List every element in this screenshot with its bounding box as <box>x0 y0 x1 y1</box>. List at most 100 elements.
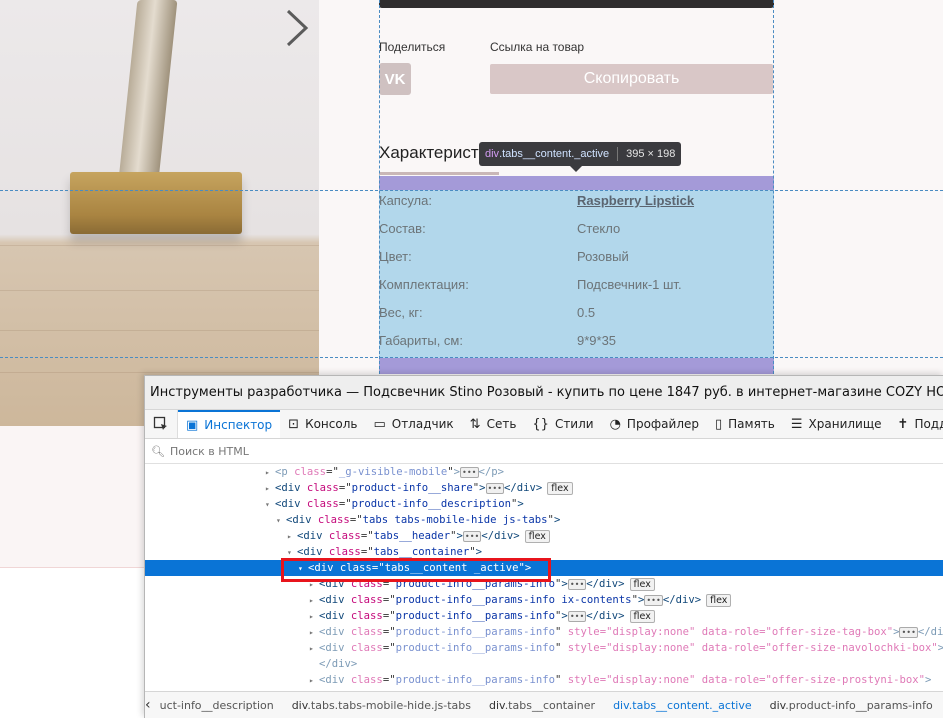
memory-icon: ▯ <box>715 416 723 432</box>
param-value: Стекло <box>577 221 621 236</box>
markup-node[interactable]: ▾ <div class="tabs tabs-mobile-hide js-ta… <box>145 512 943 528</box>
tooltip-classes: .tabs__content._active <box>499 148 610 160</box>
collapsed-content-icon[interactable]: ••• <box>567 610 587 622</box>
markup-node[interactable]: </div> <box>145 656 943 672</box>
tab-styles[interactable]: {} Стили <box>524 410 601 438</box>
buy-button-bottom-edge[interactable] <box>379 0 774 8</box>
tab-inspector[interactable]: ▣ Инспектор <box>178 410 281 438</box>
vk-share-icon[interactable]: VK <box>379 63 411 95</box>
expand-toggle-icon[interactable]: ▸ <box>265 481 275 497</box>
markup-node[interactable]: ▸ <div class="product-info__params-info" … <box>145 624 943 640</box>
param-value: Подсвечник-1 шт. <box>577 277 682 292</box>
tag-name: div <box>325 610 345 622</box>
tab-debugger[interactable]: ▭ Отладчик <box>365 410 461 438</box>
expand-toggle-icon[interactable]: ▾ <box>276 513 286 529</box>
tab-network[interactable]: ⇅ Сеть <box>462 410 525 438</box>
closing-tag: </div> <box>504 482 543 494</box>
markup-node[interactable]: ▸ <div class="product-info__params-info" … <box>145 640 943 656</box>
tab-memory[interactable]: ▯ Память <box>707 410 783 438</box>
markup-node[interactable]: ▸ <div class="tabs__header"> ••• </div> flex <box>145 528 943 544</box>
collapsed-content-icon[interactable]: ••• <box>899 626 918 638</box>
markup-node[interactable]: ▾ <div class="product-info__description"> <box>145 496 943 512</box>
expand-toggle-icon[interactable]: ▸ <box>309 593 319 609</box>
breadcrumb-item[interactable]: div.product-info__params-info <box>761 699 942 712</box>
devtools-title[interactable]: Инструменты разработчика — Подсвечник St… <box>145 376 943 410</box>
breadcrumb-item[interactable]: uct-info__description <box>151 699 283 712</box>
markup-node[interactable]: ▸ <div class="product-info__share"> ••• </d… <box>145 480 943 496</box>
param-row: Состав: Стекло <box>379 218 774 246</box>
collapsed-content-icon[interactable]: ••• <box>567 578 587 590</box>
param-value: 0.5 <box>577 305 596 320</box>
tag-name: div <box>281 482 301 494</box>
highlight-margin-top <box>379 176 774 190</box>
expand-toggle-icon[interactable]: ▸ <box>309 673 319 689</box>
flex-badge[interactable]: flex <box>524 529 550 543</box>
markup-node[interactable]: ▸ <p class="_g-visible-mobile"> ••• </p> <box>145 464 943 480</box>
share-label: Поделиться <box>379 40 446 54</box>
markup-node[interactable]: ▸ <div class="product-info__params-info" … <box>145 672 943 688</box>
extra-attributes: style="display:none" data-role="offer-si… <box>561 674 925 686</box>
element-tooltip: div .tabs__content._active 395 × 198 <box>479 142 682 166</box>
closing-tag: </div> <box>481 530 520 542</box>
expand-toggle-icon[interactable]: ▸ <box>309 609 319 625</box>
collapsed-content-icon[interactable]: ••• <box>644 594 663 606</box>
tab-console[interactable]: ⊡ Консоль <box>280 410 365 438</box>
breadcrumb: ‹ uct-info__description div.tabs.tabs-mob… <box>145 691 943 718</box>
extra-attributes: style="display:none" data-role="offer-si… <box>561 642 938 654</box>
tab-label: Консоль <box>305 417 358 431</box>
param-key: Состав: <box>379 221 426 236</box>
product-link-label: Ссылка на товар <box>490 40 585 54</box>
flex-badge[interactable]: flex <box>629 577 655 591</box>
next-arrow-icon[interactable] <box>283 8 313 48</box>
param-row: Габариты, см: 9*9*35 <box>379 330 774 358</box>
flex-badge[interactable]: flex <box>547 481 573 495</box>
html-search[interactable]: 🔍︎ Поиск в HTML <box>145 439 943 464</box>
candlestick-base <box>70 172 242 234</box>
breadcrumb-item[interactable]: div.tabs__container <box>480 699 604 712</box>
breadcrumb-item[interactable]: div.tabs__content._active <box>604 699 761 712</box>
tab-accessibility[interactable]: ✝ Поддержка <box>890 410 943 438</box>
product-params-list: Капсула: Raspberry Lipstick Состав: Стекло Ц… <box>379 190 774 358</box>
flex-badge[interactable]: flex <box>706 593 732 607</box>
profiler-icon: ◔ <box>609 416 621 432</box>
tag-name: div <box>325 674 345 686</box>
tooltip-tag: div <box>485 148 500 160</box>
console-icon: ⊡ <box>288 416 300 432</box>
closing-tag: </p> <box>478 466 505 478</box>
expand-toggle-icon[interactable]: ▸ <box>309 641 319 657</box>
param-key: Габариты, см: <box>379 333 463 348</box>
markup-node[interactable]: ▸ <div class="product-info__params-info i… <box>145 592 943 608</box>
tab-profiler[interactable]: ◔ Профайлер <box>602 410 707 438</box>
flex-badge[interactable]: flex <box>629 609 655 623</box>
tab-storage[interactable]: ☰ Хранилище <box>783 410 890 438</box>
expand-toggle-icon[interactable]: ▸ <box>265 465 275 481</box>
extra-attributes: style="display:none" data-role="offer-si… <box>561 626 894 638</box>
guide-line-left <box>379 0 380 374</box>
tab-label: Инспектор <box>204 418 273 432</box>
class-value: tabs tabs-mobile-hide js-tabs <box>362 514 548 526</box>
param-row: Цвет: Розовый <box>379 246 774 274</box>
param-value-link[interactable]: Raspberry Lipstick <box>577 193 694 208</box>
search-input[interactable]: Поиск в HTML <box>170 445 249 458</box>
expand-toggle-icon[interactable]: ▾ <box>265 497 275 513</box>
collapsed-content-icon[interactable]: ••• <box>462 530 482 542</box>
markup-node[interactable]: ▸ <div class="product-info__params-info">… <box>145 608 943 624</box>
tab-label: Память <box>728 417 775 431</box>
tag-name: div <box>325 594 345 606</box>
tag-name: div <box>303 546 323 558</box>
breadcrumb-item[interactable]: div.tabs.tabs-mobile-hide.js-tabs <box>283 699 480 712</box>
copy-link-button[interactable]: Скопировать <box>490 64 773 94</box>
expand-toggle-icon[interactable]: ▸ <box>287 529 297 545</box>
collapsed-content-icon[interactable]: ••• <box>485 482 504 494</box>
expand-toggle-icon[interactable]: ▸ <box>309 625 319 641</box>
tag-name: div <box>292 514 312 526</box>
param-value: Розовый <box>577 249 629 264</box>
guide-line-right <box>773 0 774 374</box>
collapsed-content-icon[interactable]: ••• <box>460 466 479 478</box>
param-row: Капсула: Raspberry Lipstick <box>379 190 774 218</box>
class-value: product-info__params-info ix-contents <box>395 594 632 606</box>
param-key: Цвет: <box>379 249 412 264</box>
class-value: product-info__description <box>351 498 512 510</box>
element-picker-icon[interactable] <box>145 410 178 438</box>
closing-tag: </div> <box>586 610 625 622</box>
